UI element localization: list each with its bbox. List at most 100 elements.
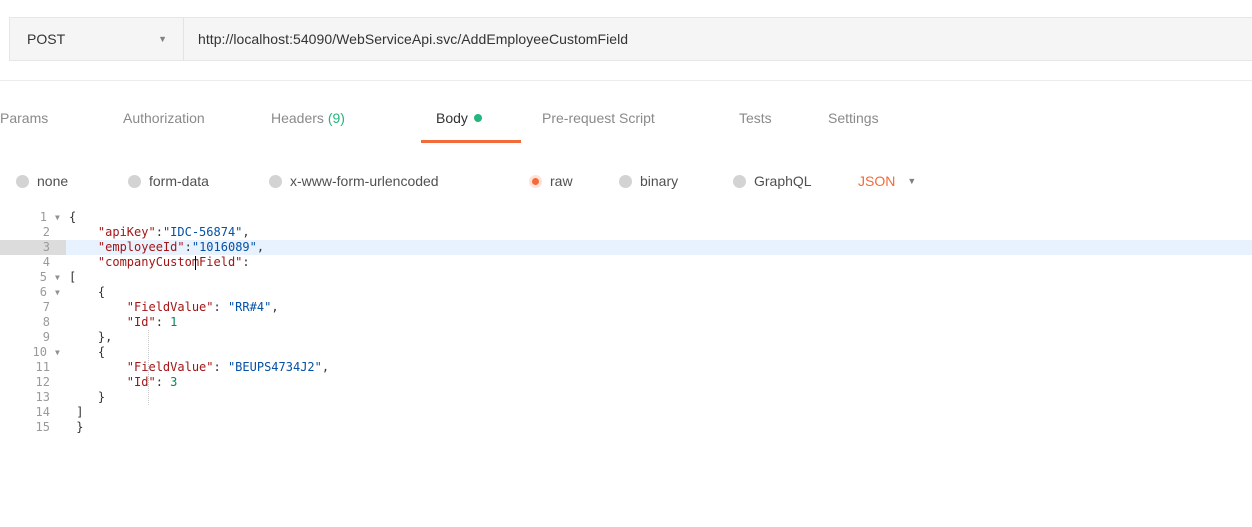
method-select[interactable]: POST ▼ — [10, 18, 184, 60]
radio-button-selected[interactable] — [529, 174, 542, 188]
code-line[interactable]: 12 "Id": 3 — [0, 375, 1252, 390]
tab-headers[interactable]: Headers (9) — [271, 110, 345, 126]
code-line[interactable]: 2 "apiKey":"IDC-56874", — [0, 225, 1252, 240]
tab-label: Params — [0, 110, 49, 126]
line-gutter: 1 ▼ — [0, 210, 66, 225]
line-number: 12 — [35, 375, 50, 389]
body-type-urlencoded[interactable]: x-www-form-urlencoded — [269, 173, 439, 189]
code-line[interactable]: 11 "FieldValue": "BEUPS4734J2", — [0, 360, 1252, 375]
fold-arrow-icon[interactable]: ▼ — [55, 285, 60, 300]
code-line[interactable]: 13 } — [0, 390, 1252, 405]
tab-label: Pre-request Script — [542, 110, 655, 126]
body-type-binary[interactable]: binary — [619, 173, 678, 189]
line-gutter: 7 — [0, 300, 66, 315]
line-gutter: 2 — [0, 225, 66, 240]
code-text: } — [69, 390, 106, 404]
indent-guide — [148, 330, 149, 405]
radio-button[interactable] — [619, 174, 632, 188]
tab-params[interactable]: Params — [0, 110, 48, 126]
option-label: GraphQL — [754, 173, 812, 189]
tab-label: Body — [436, 110, 468, 126]
text-cursor — [195, 256, 196, 270]
tab-authorization[interactable]: Authorization — [123, 110, 205, 126]
body-indicator-dot — [473, 114, 482, 122]
radio-button[interactable] — [269, 174, 282, 188]
code-line[interactable]: 8 "Id": 1 — [0, 315, 1252, 330]
body-type-options: none form-data x-www-form-urlencoded raw… — [0, 170, 1252, 194]
code-text: "employeeId":"1016089", — [97, 240, 265, 254]
line-gutter: 3 — [0, 240, 66, 255]
code-text: "apiKey":"IDC-56874", — [97, 225, 250, 239]
option-label: form-data — [149, 173, 209, 189]
fold-arrow-icon[interactable]: ▼ — [55, 270, 60, 285]
line-number: 13 — [35, 390, 50, 404]
tab-body[interactable]: Body — [436, 110, 482, 126]
body-type-graphql[interactable]: GraphQL — [733, 173, 812, 189]
option-label: x-www-form-urlencoded — [290, 173, 439, 189]
code-line[interactable]: 1 ▼{ — [0, 210, 1252, 225]
code-text: { — [69, 210, 77, 224]
code-text: "Id": 1 — [126, 315, 178, 329]
code-text: }, — [69, 330, 113, 344]
code-line[interactable]: 3 "employeeId":"1016089", — [0, 240, 1252, 255]
language-select[interactable]: JSON ▼ — [858, 173, 916, 189]
code-text: { — [69, 345, 106, 359]
tab-label: Headers — [271, 110, 324, 126]
code-text: "FieldValue": "RR#4", — [126, 300, 279, 314]
line-number: 11 — [35, 360, 50, 374]
code-text: } — [69, 420, 84, 434]
line-number: 7 — [42, 300, 50, 314]
code-line[interactable]: 4 "companyCustomField": — [0, 255, 1252, 270]
tab-tests[interactable]: Tests — [739, 110, 772, 126]
radio-button[interactable] — [16, 174, 29, 188]
line-gutter: 15 — [0, 420, 66, 435]
tab-pre-request-script[interactable]: Pre-request Script — [542, 110, 655, 126]
code-text: "Id": 3 — [126, 375, 178, 389]
line-gutter: 11 — [0, 360, 66, 375]
code-line[interactable]: 10 ▼ { — [0, 345, 1252, 360]
radio-button[interactable] — [733, 174, 746, 188]
tab-label: Settings — [828, 110, 879, 126]
active-tab-underline — [421, 140, 521, 143]
radio-button[interactable] — [128, 174, 141, 188]
body-type-none[interactable]: none — [16, 173, 68, 189]
caret-down-icon: ▼ — [158, 34, 167, 44]
line-gutter: 9 — [0, 330, 66, 345]
code-line[interactable]: 5 ▼ [ — [0, 270, 1252, 285]
line-gutter: 4 — [0, 255, 66, 270]
method-label: POST — [27, 31, 66, 47]
line-gutter: 10 ▼ — [0, 345, 66, 360]
tab-settings[interactable]: Settings — [828, 110, 879, 126]
request-bar: POST ▼ http://localhost:54090/WebService… — [9, 17, 1252, 61]
line-number: 10 — [32, 345, 47, 359]
caret-down-icon: ▼ — [907, 176, 917, 186]
divider — [0, 80, 1252, 81]
option-label: raw — [550, 173, 573, 189]
code-line[interactable]: 15 } — [0, 420, 1252, 435]
fold-arrow-icon[interactable]: ▼ — [55, 210, 60, 225]
line-number: 9 — [42, 330, 50, 344]
line-gutter: 14 — [0, 405, 66, 420]
body-type-form-data[interactable]: form-data — [128, 173, 209, 189]
line-number: 1 — [39, 210, 47, 224]
code-line[interactable]: 9 }, — [0, 330, 1252, 345]
tab-label: Tests — [739, 110, 772, 126]
line-number: 4 — [42, 255, 50, 269]
code-line[interactable]: 14 ] — [0, 405, 1252, 420]
line-number: 5 — [39, 270, 47, 284]
body-type-raw[interactable]: raw — [529, 173, 573, 189]
url-input[interactable]: http://localhost:54090/WebServiceApi.svc… — [184, 31, 628, 47]
code-editor[interactable]: 15 } 14 ] 13 } 12 "Id": 3 11 "FieldValue": "… — [0, 210, 1252, 527]
line-number: 15 — [35, 420, 50, 434]
code-line[interactable]: 7 "FieldValue": "RR#4", — [0, 300, 1252, 315]
option-label: none — [37, 173, 69, 189]
code-text: [ — [69, 270, 77, 284]
code-line[interactable]: 6 ▼ { — [0, 285, 1252, 300]
line-gutter: 6 ▼ — [0, 285, 66, 300]
fold-arrow-icon[interactable]: ▼ — [55, 345, 60, 360]
line-number: 6 — [39, 285, 47, 299]
code-text: ] — [69, 405, 84, 419]
line-number: 3 — [42, 240, 50, 254]
request-tabs: Params Authorization Headers (9) Body Pr… — [0, 104, 1252, 144]
line-number: 2 — [42, 225, 50, 239]
